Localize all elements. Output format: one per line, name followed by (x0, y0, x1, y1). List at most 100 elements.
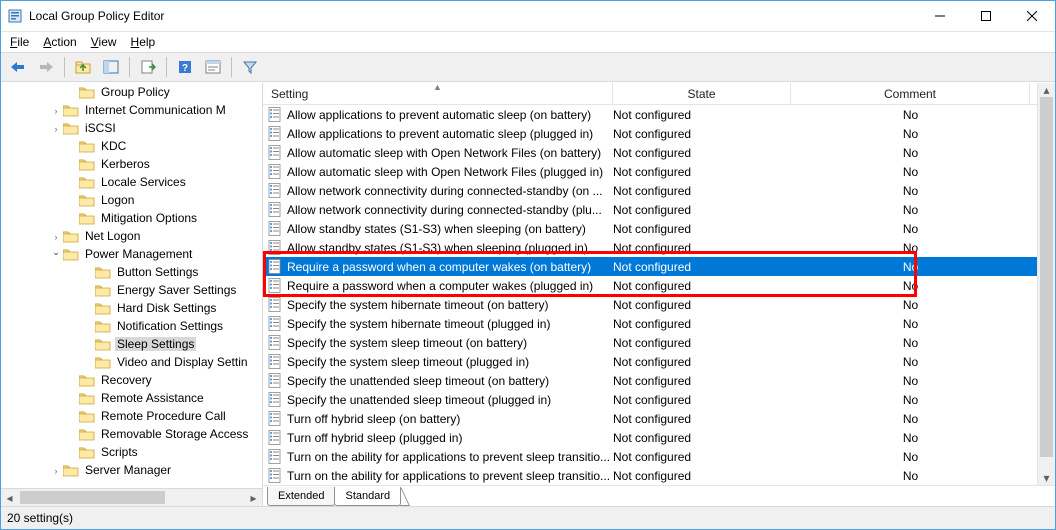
chevron-right-icon[interactable]: › (49, 231, 63, 242)
list-row[interactable]: Specify the unattended sleep timeout (on… (263, 371, 1037, 390)
comment-value: No (791, 469, 1030, 483)
list-row[interactable]: Turn off hybrid sleep (plugged in)Not co… (263, 428, 1037, 447)
list-row[interactable]: Specify the system hibernate timeout (pl… (263, 314, 1037, 333)
list-row[interactable]: Allow standby states (S1-S3) when sleepi… (263, 238, 1037, 257)
folder-icon (79, 409, 95, 423)
tree-item[interactable]: ›Locale Services (1, 173, 262, 191)
list-row[interactable]: Specify the system hibernate timeout (on… (263, 295, 1037, 314)
setting-name: Turn off hybrid sleep (plugged in) (287, 431, 462, 445)
setting-name: Turn on the ability for applications to … (287, 469, 610, 483)
tree-item-label: Server Manager (83, 463, 173, 477)
tree-item[interactable]: ›Notification Settings (1, 317, 262, 335)
setting-name: Turn on the ability for applications to … (287, 450, 610, 464)
policy-icon (267, 126, 283, 142)
policy-icon (267, 316, 283, 332)
menu-file[interactable]: File (5, 34, 36, 50)
list-row[interactable]: Allow network connectivity during connec… (263, 200, 1037, 219)
list-row[interactable]: Turn on the ability for applications to … (263, 466, 1037, 485)
list-vertical-scrollbar[interactable]: ▴ ▾ (1037, 83, 1055, 485)
export-button[interactable] (135, 55, 161, 79)
tab-extended[interactable]: Extended (267, 487, 335, 506)
tree-item-label: Logon (99, 193, 136, 207)
list-row[interactable]: Allow applications to prevent automatic … (263, 105, 1037, 124)
state-value: Not configured (613, 355, 791, 369)
folder-icon (79, 373, 95, 387)
tree-item-label: Locale Services (99, 175, 188, 189)
menu-action[interactable]: Action (38, 34, 83, 50)
back-button[interactable] (5, 55, 31, 79)
setting-name: Specify the system hibernate timeout (on… (287, 298, 548, 312)
list-row[interactable]: Turn off hybrid sleep (on battery)Not co… (263, 409, 1037, 428)
tree-item[interactable]: ›Kerberos (1, 155, 262, 173)
comment-value: No (791, 450, 1030, 464)
list-row[interactable]: Specify the system sleep timeout (plugge… (263, 352, 1037, 371)
tree-item[interactable]: ›Logon (1, 191, 262, 209)
list-header: Setting▲ State Comment (263, 83, 1037, 105)
tree-item[interactable]: ›Mitigation Options (1, 209, 262, 227)
folder-icon (95, 265, 111, 279)
state-value: Not configured (613, 260, 791, 274)
comment-value: No (791, 412, 1030, 426)
maximize-button[interactable] (963, 1, 1009, 31)
forward-button[interactable] (33, 55, 59, 79)
tree-item[interactable]: ›Remote Assistance (1, 389, 262, 407)
state-value: Not configured (613, 108, 791, 122)
tree-item-label: Video and Display Settin (115, 355, 250, 369)
sort-ascending-icon: ▲ (433, 83, 442, 92)
chevron-right-icon[interactable]: › (49, 123, 63, 134)
tree-item[interactable]: ›Hard Disk Settings (1, 299, 262, 317)
chevron-down-icon[interactable]: ⌄ (49, 246, 63, 258)
chevron-right-icon[interactable]: › (49, 465, 63, 476)
list-row[interactable]: Require a password when a computer wakes… (263, 257, 1037, 276)
comment-value: No (791, 184, 1030, 198)
tree-item[interactable]: ⌄Power Management (1, 245, 262, 263)
close-button[interactable] (1009, 1, 1055, 31)
list-row[interactable]: Allow applications to prevent automatic … (263, 124, 1037, 143)
minimize-button[interactable] (917, 1, 963, 31)
properties-button[interactable] (200, 55, 226, 79)
chevron-right-icon[interactable]: › (49, 105, 63, 116)
help-button[interactable]: ? (172, 55, 198, 79)
tab-standard[interactable]: Standard (334, 487, 401, 506)
tree-item[interactable]: ›Sleep Settings (1, 335, 262, 353)
tree-item[interactable]: ›Scripts (1, 443, 262, 461)
tree-item[interactable]: ›Button Settings (1, 263, 262, 281)
scroll-right-icon[interactable]: ▸ (245, 489, 262, 506)
filter-button[interactable] (237, 55, 263, 79)
list-row[interactable]: Allow network connectivity during connec… (263, 181, 1037, 200)
list-row[interactable]: Specify the system sleep timeout (on bat… (263, 333, 1037, 352)
list-row[interactable]: Allow standby states (S1-S3) when sleepi… (263, 219, 1037, 238)
list-row[interactable]: Allow automatic sleep with Open Network … (263, 162, 1037, 181)
tree-item[interactable]: ›Video and Display Settin (1, 353, 262, 371)
tree-item[interactable]: ›Removable Storage Access (1, 425, 262, 443)
tree-horizontal-scrollbar[interactable]: ◂ ▸ (1, 488, 262, 506)
scroll-up-icon[interactable]: ▴ (1038, 83, 1055, 97)
list-row[interactable]: Require a password when a computer wakes… (263, 276, 1037, 295)
column-header-state[interactable]: State (613, 83, 791, 104)
tree-item[interactable]: ›Internet Communication M (1, 101, 262, 119)
menu-view[interactable]: View (86, 34, 124, 50)
tree-item[interactable]: ›Group Policy (1, 83, 262, 101)
tree-item[interactable]: ›iSCSI (1, 119, 262, 137)
scroll-thumb[interactable] (20, 491, 165, 504)
tree-item[interactable]: › Server Manager (1, 461, 262, 479)
menu-help[interactable]: Help (126, 34, 163, 50)
list-row[interactable]: Turn on the ability for applications to … (263, 447, 1037, 466)
tree-item[interactable]: ›KDC (1, 137, 262, 155)
list-row[interactable]: Allow automatic sleep with Open Network … (263, 143, 1037, 162)
policy-icon (267, 297, 283, 313)
comment-value: No (791, 222, 1030, 236)
scroll-down-icon[interactable]: ▾ (1038, 471, 1055, 485)
show-hide-tree-button[interactable] (98, 55, 124, 79)
tree-item-label: Remote Assistance (99, 391, 206, 405)
column-header-comment[interactable]: Comment (791, 83, 1030, 104)
tree-item[interactable]: ›Remote Procedure Call (1, 407, 262, 425)
tree-item[interactable]: ›Recovery (1, 371, 262, 389)
column-header-setting[interactable]: Setting▲ (263, 83, 613, 104)
tree-item[interactable]: ›Net Logon (1, 227, 262, 245)
tree-item[interactable]: ›Energy Saver Settings (1, 281, 262, 299)
scroll-thumb[interactable] (1040, 97, 1053, 457)
up-button[interactable] (70, 55, 96, 79)
scroll-left-icon[interactable]: ◂ (1, 489, 18, 506)
list-row[interactable]: Specify the unattended sleep timeout (pl… (263, 390, 1037, 409)
